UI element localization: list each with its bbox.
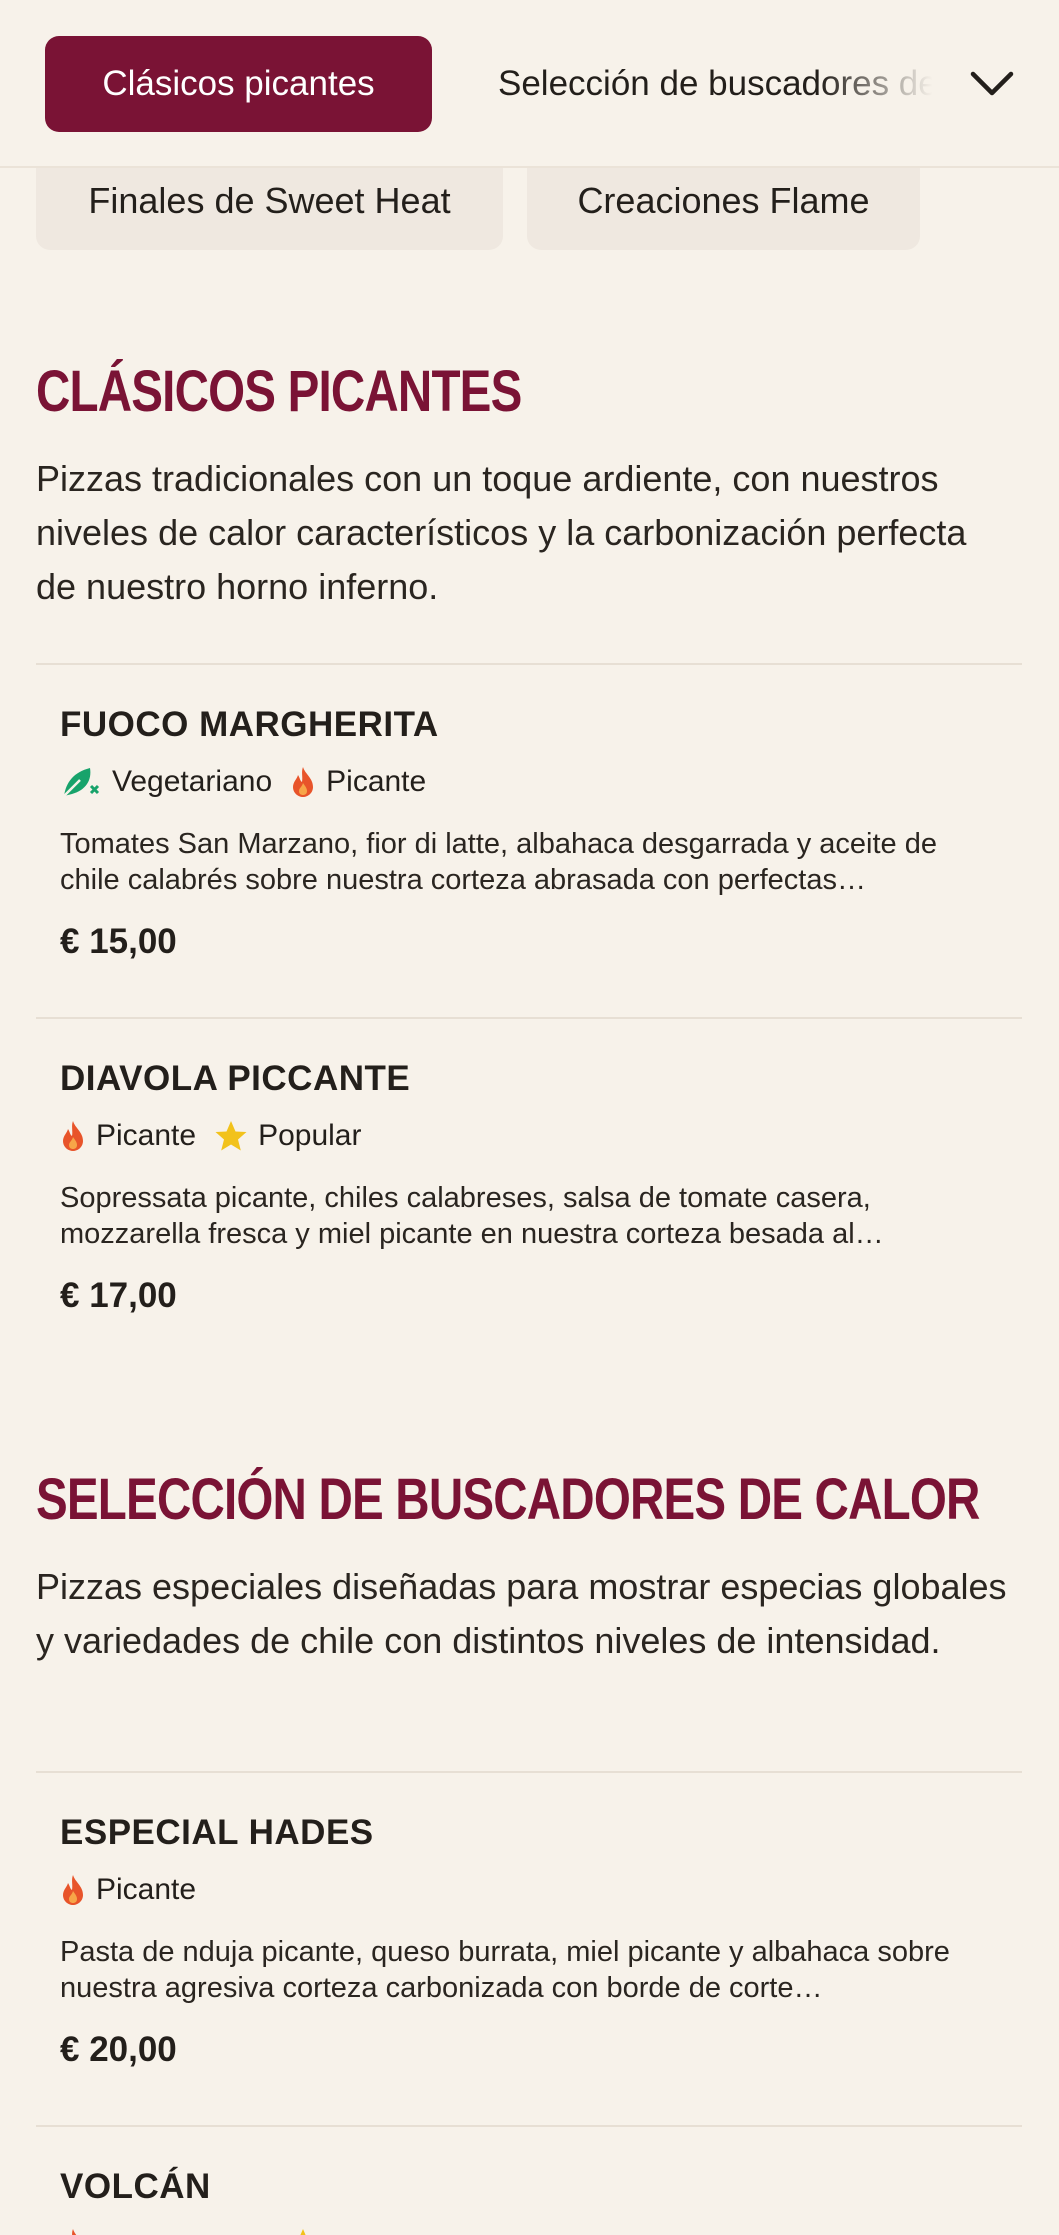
item-tags: Vegetariano Picante	[60, 760, 1000, 804]
flame-icon	[72, 2229, 77, 2235]
tag-label: Popular	[258, 1119, 362, 1152]
item-price: € 15,00	[60, 922, 177, 961]
flame-icon	[63, 1875, 83, 1905]
tag-popular: Popular	[214, 1119, 361, 1153]
menu-item[interactable]: ESPECIAL HADES Picante Pasta de nduja pi…	[60, 1808, 1000, 2070]
chevron-down-icon	[970, 71, 1014, 96]
item-description: Pasta de nduja picante, queso burrata, m…	[60, 1936, 950, 2004]
item-price: € 20,00	[60, 2030, 177, 2069]
tab-scroll-fade	[820, 20, 970, 150]
menu-item[interactable]: VOLCÁN	[60, 2162, 1000, 2235]
item-description: Sopressata picante, chiles calabreses, s…	[60, 1182, 884, 1250]
tag-spicy: Picante	[290, 765, 426, 799]
item-tags: Picante	[60, 1868, 1000, 1912]
tag-spicy: Picante	[60, 1873, 196, 1907]
item-name: ESPECIAL HADES	[60, 1813, 374, 1852]
star-icon	[300, 2229, 306, 2235]
item-tags	[60, 2222, 1000, 2235]
menu-item[interactable]: DIAVOLA PICCANTE Picante Popular Sopress…	[60, 1054, 1000, 1316]
divider	[36, 2125, 1022, 2127]
tab-clasicos-picantes[interactable]: Clásicos picantes	[45, 36, 432, 132]
item-price: € 17,00	[60, 1276, 177, 1315]
tag-spicy: Picante	[60, 1119, 196, 1153]
divider	[36, 1771, 1022, 1773]
vegetarian-leaf-icon	[63, 768, 100, 797]
item-description: Tomates San Marzano, fior di latte, alba…	[60, 828, 937, 896]
item-name: DIAVOLA PICCANTE	[60, 1059, 411, 1098]
category-nav: Clásicos picantes Selección de buscadore…	[0, 0, 1059, 168]
flame-icon	[63, 1121, 83, 1151]
divider	[36, 1017, 1022, 1019]
flame-icon	[293, 767, 314, 797]
item-name: FUOCO MARGHERITA	[60, 705, 439, 744]
section-description: Pizzas tradicionales con un toque ardien…	[36, 458, 967, 607]
star-icon	[215, 1121, 247, 1151]
section-title: Selección de buscadores de calor	[36, 1467, 980, 1532]
menu-page: Clásicos picantes Selección de buscadore…	[0, 0, 1059, 2235]
tag-label: Picante	[326, 765, 427, 798]
section-title: Clásicos picantes	[36, 359, 522, 424]
category-expand-button[interactable]	[952, 44, 1032, 124]
item-name: VOLCÁN	[60, 2167, 211, 2206]
menu-item[interactable]: FUOCO MARGHERITA Vegetariano Picante Tom…	[60, 700, 1000, 962]
tag-vegetarian: Vegetariano	[60, 764, 272, 800]
tag-label: Picante	[96, 1119, 197, 1152]
tag-label: Picante	[96, 1873, 197, 1906]
tag-label: Vegetariano	[112, 765, 273, 798]
item-tags: Picante Popular	[60, 1114, 1000, 1158]
divider	[36, 663, 1022, 665]
section-description: Pizzas especiales diseñadas para mostrar…	[36, 1566, 1007, 1661]
